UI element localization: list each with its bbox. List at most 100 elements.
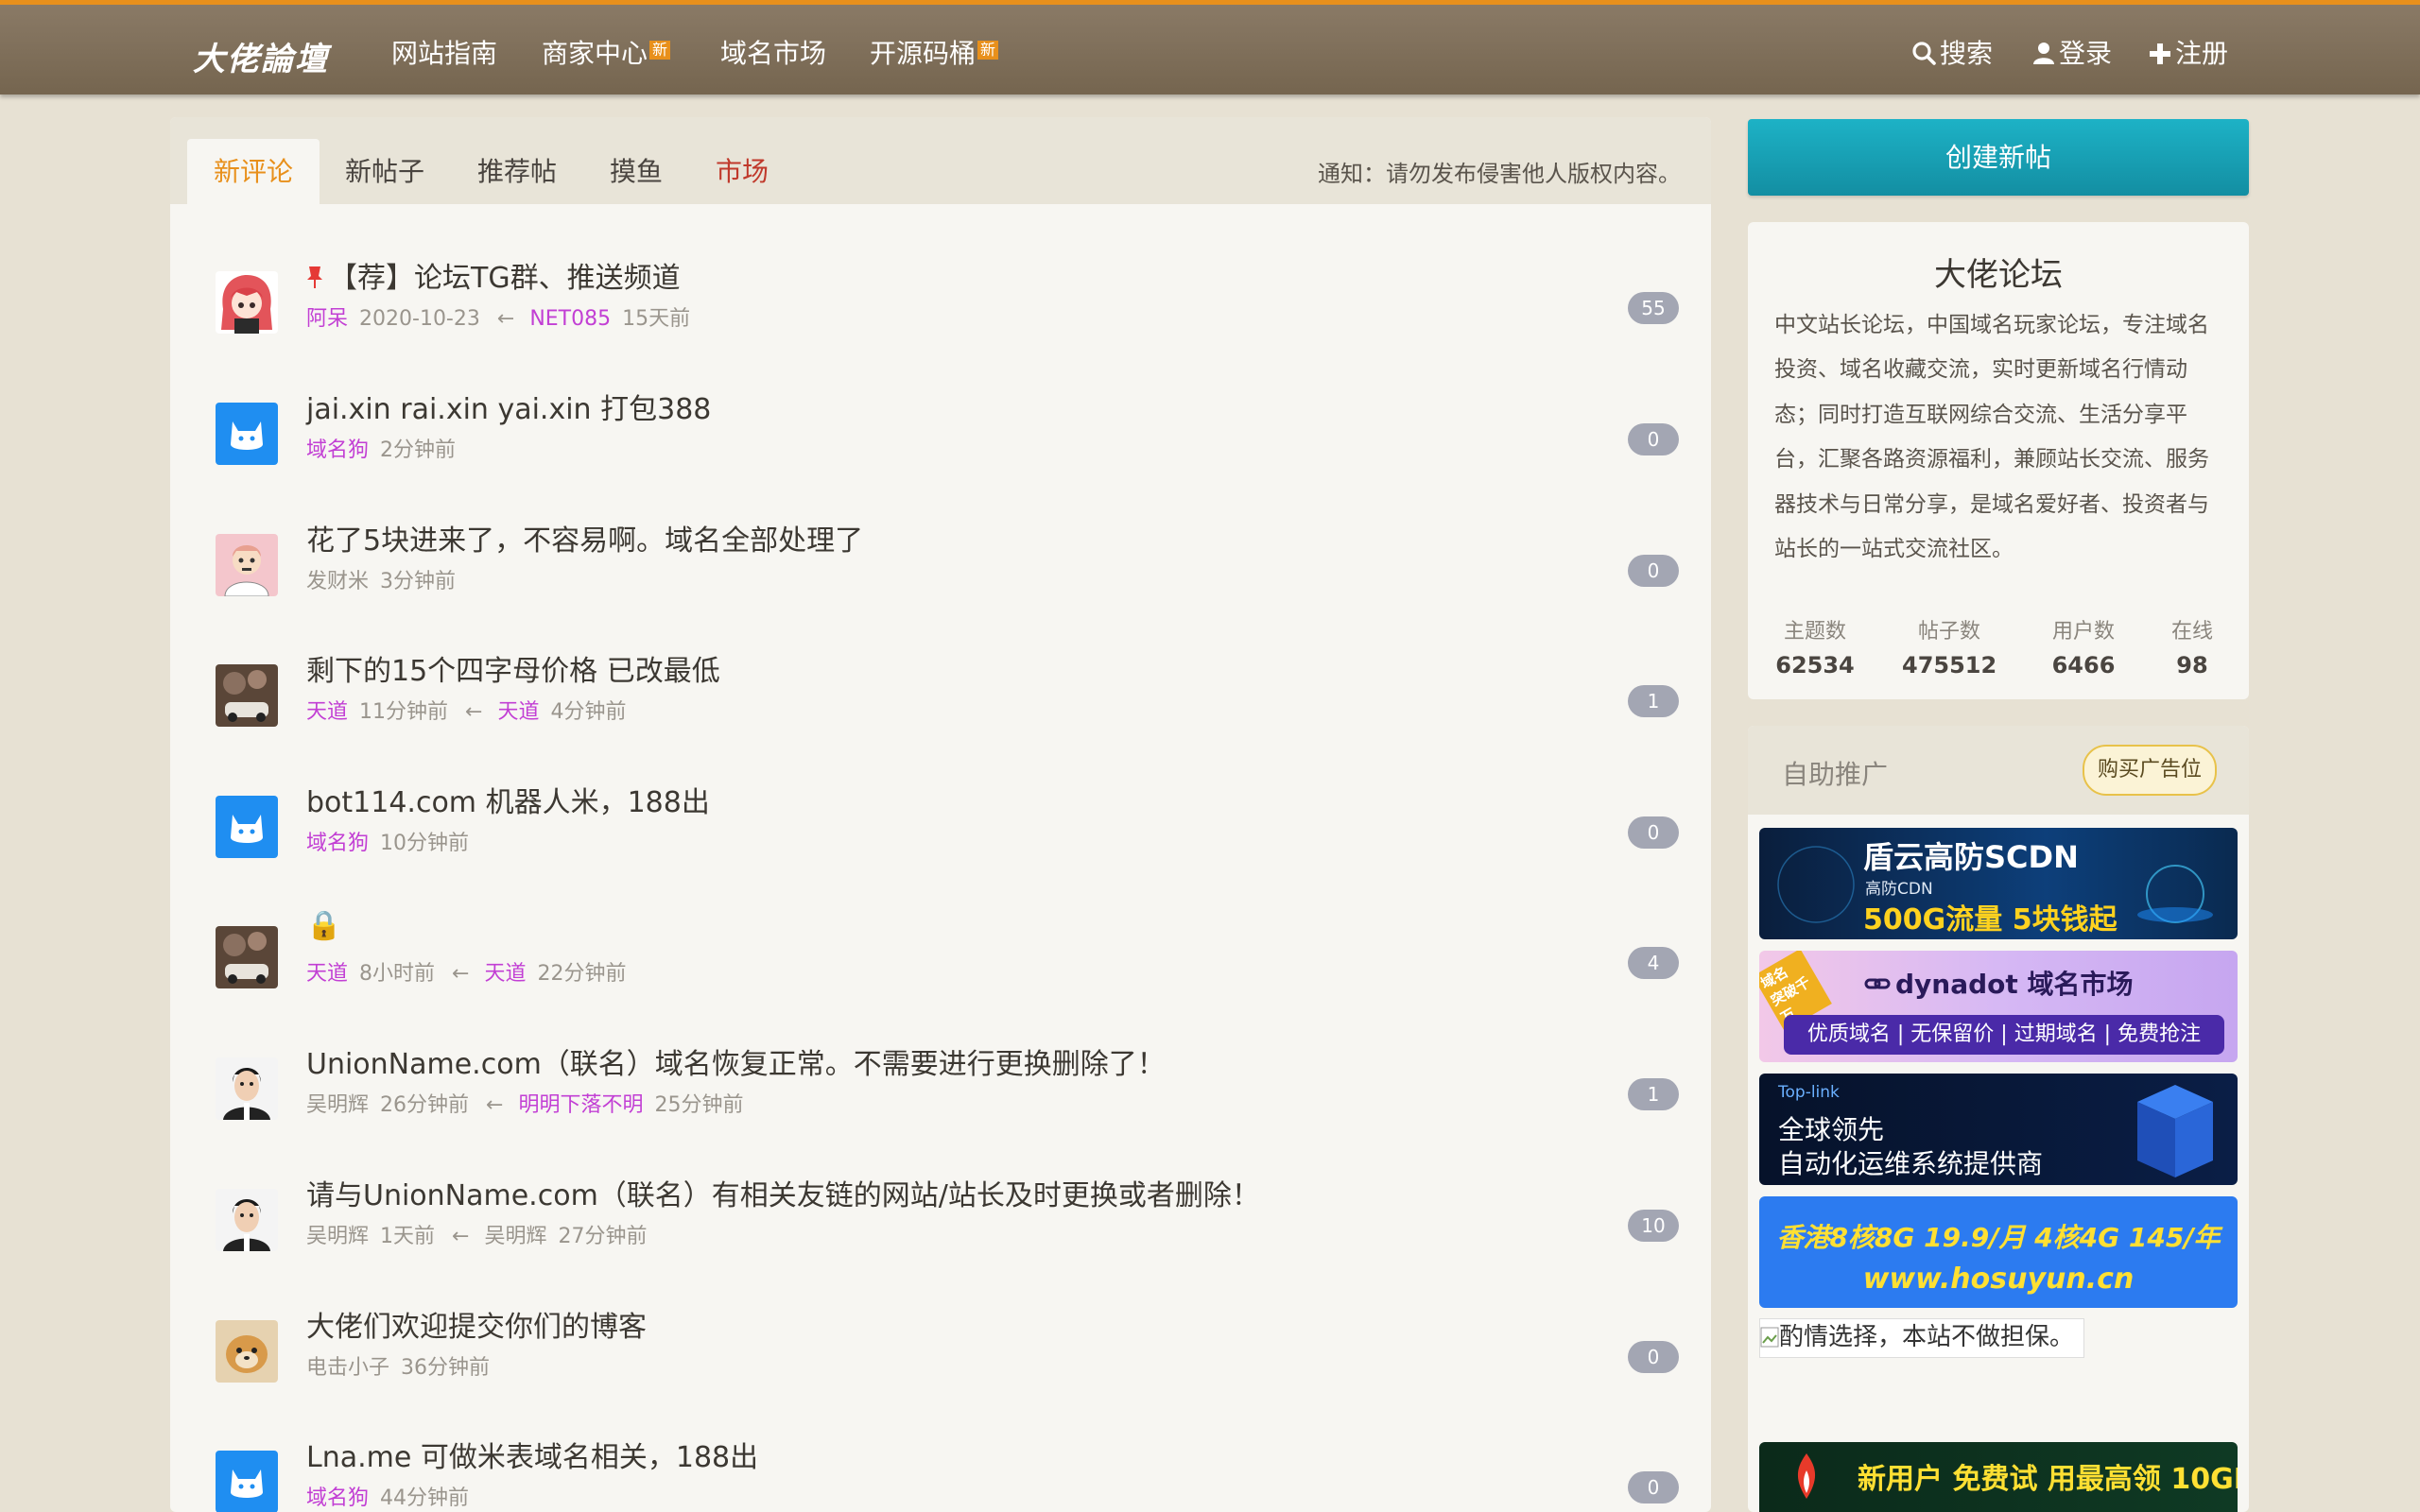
tab-slacking[interactable]: 摸鱼 (583, 139, 689, 204)
flame-icon (1797, 1453, 1816, 1499)
ad-banner-scdn[interactable]: 盾云高防SCDN 高防CDN 500G流量 5块钱起 (1759, 828, 2238, 939)
tab-recommended[interactable]: 推荐帖 (451, 139, 583, 204)
topic-title[interactable]: 花了5块进来了，不容易啊。域名全部处理了 (306, 517, 863, 558)
avatar[interactable] (216, 926, 278, 988)
topic-row[interactable]: jai.xin rai.xin yai.xin 打包388 域名狗 2分钟前 0 (216, 386, 1681, 499)
broken-image-alt: 酌情选择，本站不做担保。 (1779, 1323, 2075, 1351)
post-date: 3分钟前 (380, 570, 457, 593)
topic-meta: 吴明辉 1天前 ← 吴明辉 27分钟前 (306, 1219, 647, 1249)
author-link[interactable]: 天道 (306, 700, 348, 724)
topic-title[interactable]: UnionName.com（联名）域名恢复正常。不需要进行更换删除了！ (306, 1040, 1166, 1082)
login-button[interactable]: 登录 (2032, 33, 2112, 71)
last-reply-user[interactable]: 天道 (497, 700, 539, 724)
avatar[interactable] (216, 1189, 278, 1251)
author-link[interactable]: 电击小子 (306, 1356, 389, 1380)
broken-image[interactable]: 酌情选择，本站不做担保。 (1759, 1318, 2085, 1358)
last-reply-user[interactable]: NET085 (529, 307, 611, 331)
nav-domain-market[interactable]: 域名市场 (720, 33, 826, 71)
site-logo[interactable]: 大佬論壇 (193, 33, 329, 79)
forum-info-card: 大佬论坛 中文站长论坛，中国域名玩家论坛，专注域名投资、域名收藏交流，实时更新域… (1748, 222, 2249, 699)
topic-meta: 发财米 3分钟前 (306, 564, 456, 594)
stat-label: 主题数 (1783, 620, 1846, 644)
search-button[interactable]: 搜索 (1911, 33, 1993, 71)
topic-title[interactable]: bot114.com 机器人米，188出 (306, 779, 710, 820)
reply-count-badge: 0 (1628, 555, 1679, 587)
author-link[interactable]: 天道 (306, 962, 348, 986)
author-link[interactable]: 域名狗 (306, 1486, 369, 1510)
topic-title[interactable]: 剩下的15个四字母价格 已改最低 (306, 647, 720, 689)
topic-row[interactable]: 花了5块进来了，不容易啊。域名全部处理了 发财米 3分钟前 0 (216, 517, 1681, 630)
nav-open-source[interactable]: 开源码桶新 (870, 33, 999, 71)
nav-merchant[interactable]: 商家中心新 (542, 33, 671, 71)
topic-row[interactable]: Lna.me 可做米表域名相关，188出 域名狗 44分钟前 0 (216, 1434, 1681, 1512)
ad-banner-trial[interactable]: 新用户 免费试 用最高领 10GB (1759, 1442, 2238, 1512)
register-button[interactable]: 注册 (2149, 33, 2228, 71)
post-date: 36分钟前 (401, 1356, 491, 1380)
create-post-button[interactable]: 创建新帖 (1748, 119, 2249, 196)
avatar[interactable] (216, 534, 278, 596)
author-link[interactable]: 吴明辉 (306, 1225, 369, 1248)
topic-title[interactable]: jai.xin rai.xin yai.xin 打包388 (306, 386, 711, 427)
banner-offer: 新用户 免费试 用最高领 10GB (1858, 1463, 2238, 1496)
topic-row[interactable]: 【荐】论坛TG群、推送频道 阿呆 2020-10-23 ← NET085 15天前 55 (216, 254, 1681, 368)
pin-icon (307, 266, 322, 288)
lock-icon: 🔒 (306, 909, 342, 942)
nav-domain-market-label: 域名市场 (720, 38, 827, 69)
topic-row[interactable]: UnionName.com（联名）域名恢复正常。不需要进行更换删除了！ 吴明辉 2… (216, 1040, 1681, 1154)
author-link[interactable]: 域名狗 (306, 832, 369, 855)
tab-new-posts[interactable]: 新帖子 (319, 139, 451, 204)
nav-guide[interactable]: 网站指南 (391, 33, 497, 71)
stat-label: 在线 (2170, 620, 2213, 644)
last-reply-time: 25分钟前 (654, 1093, 744, 1117)
user-icon (2033, 43, 2054, 64)
avatar[interactable] (216, 1057, 278, 1120)
avatar[interactable] (216, 271, 278, 334)
avatar[interactable] (216, 664, 278, 727)
tab-market[interactable]: 市场 (689, 139, 795, 204)
nav-merchant-label: 商家中心 (542, 38, 648, 69)
author-link[interactable]: 吴明辉 (306, 1093, 369, 1117)
promotion-title: 自助推广 (1782, 759, 1889, 790)
last-reply-user[interactable]: 天道 (484, 962, 526, 986)
author-link[interactable]: 域名狗 (306, 438, 369, 462)
topic-row[interactable]: 大佬们欢迎提交你们的博客 电击小子 36分钟前 0 (216, 1303, 1681, 1417)
ad-banner-dynadot[interactable]: 域名 突破千万 dynadot 域名市场 优质域名 | 无保留价 | 过期域名 … (1759, 951, 2238, 1062)
reply-count-badge: 0 (1628, 816, 1679, 849)
banner-offer: 500G流量 5块钱起 (1863, 903, 2118, 936)
topic-row[interactable]: bot114.com 机器人米，188出 域名狗 10分钟前 0 (216, 779, 1681, 892)
topic-title[interactable]: 【荐】论坛TG群、推送频道 (306, 254, 681, 296)
topic-row[interactable]: 剩下的15个四字母价格 已改最低 天道 11分钟前 ← 天道 4分钟前 1 (216, 647, 1681, 761)
new-badge: 新 (649, 41, 671, 60)
reply-arrow-icon: ← (486, 1093, 504, 1117)
avatar[interactable] (216, 1451, 278, 1512)
avatar[interactable] (216, 1320, 278, 1383)
post-date: 2分钟前 (380, 438, 457, 462)
nav-guide-label: 网站指南 (391, 38, 498, 69)
avatar[interactable] (216, 796, 278, 858)
topic-row[interactable]: 请与UnionName.com（联名）有相关友链的网站/站长及时更换或者删除！ … (216, 1172, 1681, 1285)
topic-title[interactable]: 请与UnionName.com（联名）有相关友链的网站/站长及时更换或者删除！ (306, 1172, 1260, 1213)
topic-title[interactable]: 大佬们欢迎提交你们的博客 (306, 1303, 647, 1345)
stat-online: 在线 98 (2164, 614, 2221, 679)
broken-image-icon (1760, 1327, 1779, 1348)
reply-arrow-icon: ← (465, 700, 483, 724)
last-reply-user[interactable]: 明明下落不明 (518, 1093, 643, 1117)
ad-banner-hosuyun[interactable]: 香港8核8G 19.9/月 4核4G 145/年 www.hosuyun.cn (1759, 1196, 2238, 1308)
forum-name: 大佬论坛 (1934, 256, 2063, 294)
stat-value: 62534 (1775, 652, 1855, 679)
author-link[interactable]: 阿呆 (306, 307, 348, 331)
topic-title[interactable]: 🔒 (306, 909, 341, 942)
author-link[interactable]: 发财米 (306, 570, 369, 593)
topic-title[interactable]: Lna.me 可做米表域名相关，188出 (306, 1434, 758, 1475)
avatar[interactable] (216, 403, 278, 465)
reply-arrow-icon: ← (452, 962, 470, 986)
topic-meta: 电击小子 36分钟前 (306, 1350, 490, 1381)
buy-ad-button[interactable]: 购买广告位 (2082, 745, 2217, 796)
login-label: 登录 (2059, 38, 2113, 69)
post-date: 10分钟前 (380, 832, 470, 855)
tab-new-comments[interactable]: 新评论 (187, 139, 320, 204)
topic-row[interactable]: 🔒 天道 8小时前 ← 天道 22分钟前 4 (216, 909, 1681, 1022)
ad-banner-toplink[interactable]: Top-link 全球领先 自动化运维系统提供商 (1759, 1074, 2238, 1185)
new-badge: 新 (977, 41, 999, 60)
last-reply-user[interactable]: 吴明辉 (484, 1225, 546, 1248)
